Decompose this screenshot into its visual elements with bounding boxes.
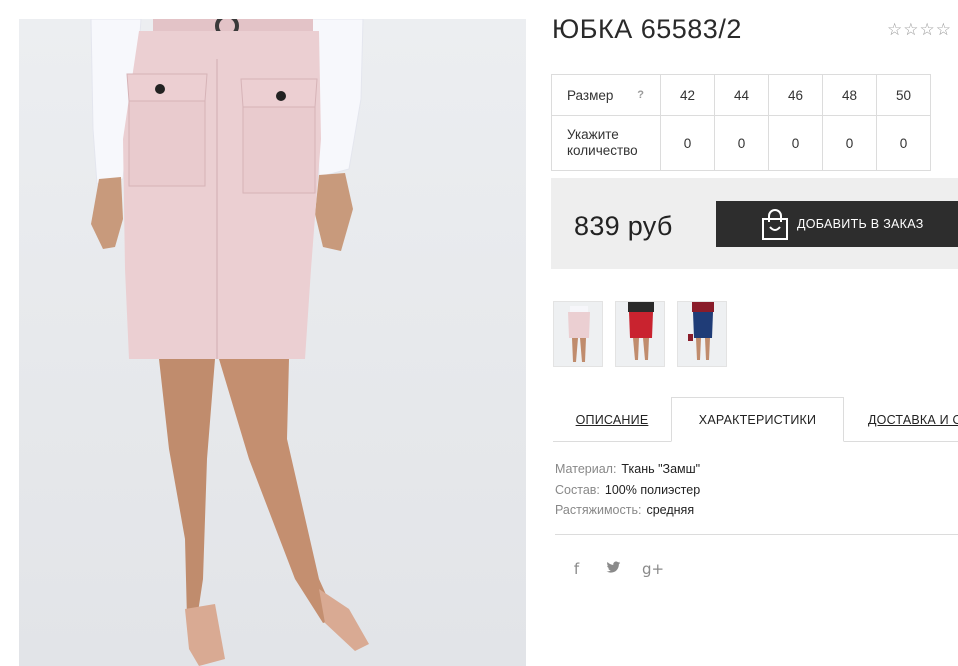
spec-material-value: Ткань "Замш" bbox=[621, 462, 701, 476]
quantity-input[interactable]: 0 bbox=[714, 115, 769, 171]
size-value: 46 bbox=[768, 74, 823, 116]
quantity-input[interactable]: 0 bbox=[822, 115, 877, 171]
buy-box: 839 руб ДОБАВИТЬ В ЗАКАЗ bbox=[551, 178, 958, 269]
quantity-input[interactable]: 0 bbox=[768, 115, 823, 171]
star-icon[interactable]: ☆ bbox=[903, 21, 918, 39]
product-main-photo[interactable] bbox=[19, 19, 526, 666]
spec-material-key: Материал: bbox=[555, 462, 617, 476]
quantity-label-line1: Укажите bbox=[567, 127, 619, 142]
product-specs: Материал: Ткань "Замш" Состав: 100% полиэс… bbox=[555, 459, 700, 521]
thumbnail-pink[interactable] bbox=[553, 301, 603, 367]
star-icon[interactable]: ☆ bbox=[936, 21, 951, 39]
social-divider bbox=[555, 534, 958, 535]
rating-stars[interactable]: ☆ ☆ ☆ ☆ bbox=[887, 21, 951, 39]
google-plus-icon[interactable]: g+ bbox=[642, 560, 664, 578]
social-share: f g+ bbox=[568, 560, 664, 578]
size-help-icon[interactable]: ? bbox=[637, 89, 644, 101]
size-row: Размер ? 42 44 46 48 50 bbox=[551, 74, 931, 116]
quantity-label-cell: Укажите количество bbox=[551, 115, 661, 171]
add-to-order-button[interactable]: ДОБАВИТЬ В ЗАКАЗ bbox=[716, 201, 958, 247]
tab-characteristics[interactable]: ХАРАКТЕРИСТИКИ bbox=[671, 397, 844, 442]
thumbnail-gallery bbox=[553, 301, 727, 367]
spec-stretch: Растяжимость: средняя bbox=[555, 500, 700, 521]
star-icon[interactable]: ☆ bbox=[887, 21, 902, 39]
size-value: 50 bbox=[876, 74, 931, 116]
quantity-row: Укажите количество 0 0 0 0 0 bbox=[551, 115, 931, 171]
twitter-bird-icon bbox=[606, 561, 621, 573]
size-quantity-table: Размер ? 42 44 46 48 50 Укажите количест… bbox=[551, 74, 931, 171]
tab-delivery[interactable]: ДОСТАВКА И ОПЛАТА bbox=[853, 397, 958, 442]
quantity-input[interactable]: 0 bbox=[660, 115, 715, 171]
size-value: 42 bbox=[660, 74, 715, 116]
quantity-input[interactable]: 0 bbox=[876, 115, 931, 171]
tab-description[interactable]: ОПИСАНИЕ bbox=[553, 397, 671, 442]
tab-characteristics-label: ХАРАКТЕРИСТИКИ bbox=[698, 412, 817, 427]
skirt-model-illustration bbox=[90, 19, 369, 666]
product-page: ЮБКА 65583/2 ☆ ☆ ☆ ☆ Размер ? 42 44 46 4… bbox=[0, 0, 958, 666]
size-label: Размер bbox=[567, 87, 614, 103]
twitter-icon[interactable] bbox=[605, 560, 622, 578]
facebook-icon[interactable]: f bbox=[568, 560, 585, 578]
size-value: 44 bbox=[714, 74, 769, 116]
add-to-order-label: ДОБАВИТЬ В ЗАКАЗ bbox=[797, 217, 924, 231]
thumbnail-pink-image bbox=[554, 302, 602, 366]
quantity-label-line2: количество bbox=[567, 143, 638, 158]
spec-stretch-key: Растяжимость: bbox=[555, 503, 642, 517]
spec-stretch-value: средняя bbox=[646, 503, 695, 517]
price: 839 руб bbox=[574, 211, 673, 241]
spec-composition-value: 100% полиэстер bbox=[604, 482, 701, 497]
spec-composition-key: Состав: bbox=[555, 482, 600, 497]
thumbnail-red[interactable] bbox=[615, 301, 665, 367]
tab-delivery-label: ДОСТАВКА И ОПЛАТА bbox=[868, 412, 958, 427]
size-label-cell: Размер ? bbox=[551, 74, 661, 116]
thumbnail-red-image bbox=[616, 302, 664, 366]
thumbnail-blue-image bbox=[678, 302, 726, 366]
tab-description-label: ОПИСАНИЕ bbox=[575, 412, 649, 427]
product-tabs: ОПИСАНИЕ ХАРАКТЕРИСТИКИ ДОСТАВКА И ОПЛАТ… bbox=[553, 397, 958, 442]
product-title: ЮБКА 65583/2 bbox=[552, 14, 742, 44]
star-icon[interactable]: ☆ bbox=[920, 21, 935, 39]
spec-material: Материал: Ткань "Замш" bbox=[555, 459, 700, 480]
spec-composition: Состав: 100% полиэстер bbox=[555, 480, 700, 501]
shopping-bag-icon bbox=[762, 209, 788, 240]
size-value: 48 bbox=[822, 74, 877, 116]
thumbnail-blue[interactable] bbox=[677, 301, 727, 367]
